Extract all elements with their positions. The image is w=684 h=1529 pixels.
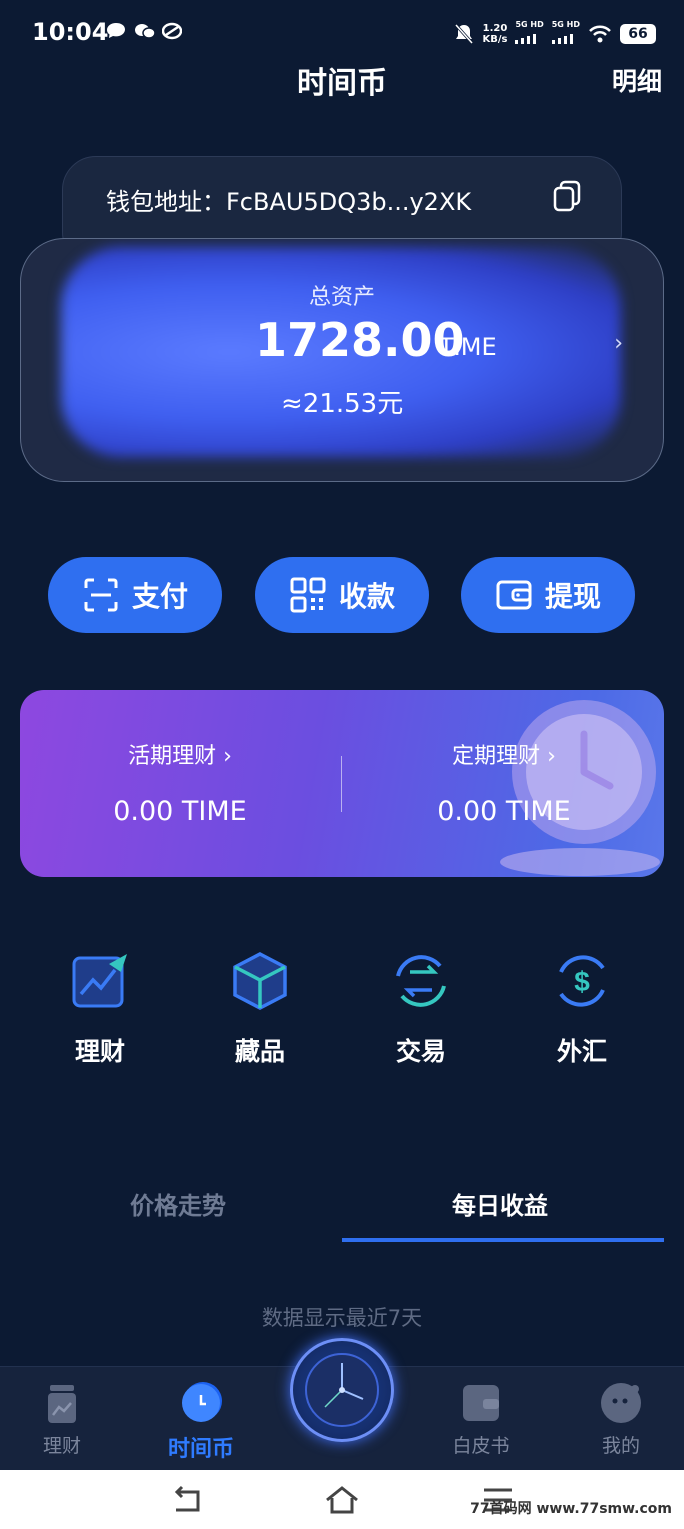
current-finance[interactable]: 活期理财 › 0.00 TIME xyxy=(20,738,340,827)
chart-up-icon xyxy=(72,954,127,1008)
withdraw-label: 提现 xyxy=(544,580,601,613)
svg-text:$: $ xyxy=(574,966,590,997)
profile-icon xyxy=(601,1383,641,1423)
total-asset-card[interactable]: 总资产 1728.00 TIME ≈21.53元 › xyxy=(20,238,664,482)
clock-icon xyxy=(305,1353,379,1427)
wifi-icon xyxy=(589,25,611,43)
status-right: 1.20 KB/s 5G HD 5G HD 66 xyxy=(454,20,656,48)
tab-underline xyxy=(342,1238,664,1242)
chat-bubble-icon xyxy=(106,22,126,40)
shortcut-collectibles[interactable]: 藏品 xyxy=(200,950,320,1068)
fixed-finance-label: 定期理财 › xyxy=(452,744,556,769)
wallet-address: 钱包地址：FcBAU5DQ3b...y2XK xyxy=(106,188,472,216)
wallet-icon xyxy=(496,580,532,610)
withdraw-button[interactable]: 提现 xyxy=(461,557,635,633)
cube-icon xyxy=(233,952,287,1010)
finance-card: 活期理财 › 0.00 TIME 定期理财 › 0.00 TIME xyxy=(20,690,664,877)
back-icon[interactable] xyxy=(170,1484,206,1516)
divider xyxy=(341,756,342,812)
page-title: 时间币 xyxy=(297,66,387,101)
receive-label: 收款 xyxy=(338,580,395,613)
asset-cny-value: ≈21.53元 xyxy=(281,389,404,419)
nav-item-finance[interactable]: 理财 xyxy=(12,1381,112,1458)
shortcut-trade-label: 交易 xyxy=(395,1037,446,1066)
asset-unit: TIME xyxy=(439,333,497,361)
nav-label-whitepaper: 白皮书 xyxy=(452,1435,510,1457)
current-finance-label: 活期理财 › xyxy=(128,744,232,769)
data-range-hint: 数据显示最近7天 xyxy=(261,1306,423,1330)
signal-1: 5G HD xyxy=(515,20,544,48)
header: 时间币 明细 xyxy=(0,58,684,102)
shortcut-trade[interactable]: 交易 xyxy=(361,950,481,1068)
shortcut-forex-label: 外汇 xyxy=(556,1037,607,1066)
book-icon xyxy=(463,1385,499,1421)
shortcut-finance-label: 理财 xyxy=(74,1037,125,1066)
tab-daily-income[interactable]: 每日收益 xyxy=(452,1186,548,1221)
nav-label-finance: 理财 xyxy=(42,1435,81,1457)
detail-link[interactable]: 明细 xyxy=(612,62,662,98)
qrcode-icon xyxy=(290,577,326,613)
notification-icons xyxy=(106,22,183,40)
app-icon xyxy=(161,22,183,40)
nav-item-whitepaper[interactable]: 白皮书 xyxy=(431,1381,531,1458)
nav-center-clock-button[interactable] xyxy=(290,1338,394,1442)
pay-button[interactable]: 支付 xyxy=(48,557,222,633)
signal-bars-icon xyxy=(515,34,537,44)
watermark: 77首码网 www.77smw.com xyxy=(470,1501,672,1517)
tab-price-trend[interactable]: 价格走势 xyxy=(130,1186,226,1221)
asset-amount: 1728.00 xyxy=(255,313,465,367)
asset-title: 总资产 xyxy=(308,285,375,310)
wechat-icon xyxy=(134,22,156,40)
shortcut-collectibles-label: 藏品 xyxy=(234,1037,285,1066)
dollar-icon: $ xyxy=(559,955,605,1007)
nav-item-timecoin[interactable]: 时间币 xyxy=(151,1381,251,1463)
nav-item-profile[interactable]: 我的 xyxy=(571,1381,671,1458)
fixed-finance-value: 0.00 TIME xyxy=(437,796,571,827)
signal-2: 5G HD xyxy=(551,20,580,48)
status-bar: 10:04 1.20 KB/s 5G HD 5G HD 66 xyxy=(0,0,684,64)
nav-label-timecoin: 时间币 xyxy=(167,1437,234,1462)
signal-bars-icon xyxy=(551,34,573,44)
status-time: 10:04 xyxy=(32,18,109,46)
pay-label: 支付 xyxy=(131,580,188,613)
shortcut-finance[interactable]: 理财 xyxy=(40,950,160,1068)
shortcut-forex[interactable]: $ 外汇 xyxy=(522,950,642,1068)
battery-indicator: 66 xyxy=(620,24,656,44)
net-speed: 1.20 KB/s xyxy=(482,23,508,45)
scan-icon xyxy=(84,578,118,612)
receive-button[interactable]: 收款 xyxy=(255,557,429,633)
screen: 10:04 1.20 KB/s 5G HD 5G HD 66 时间币 明细 钱包… xyxy=(0,0,684,1529)
exchange-icon xyxy=(396,955,446,1007)
system-nav-bar: 77首码网 www.77smw.com xyxy=(0,1470,684,1529)
current-finance-value: 0.00 TIME xyxy=(113,796,247,827)
copy-icon[interactable] xyxy=(553,180,581,212)
fixed-finance[interactable]: 定期理财 › 0.00 TIME xyxy=(344,738,664,827)
jar-icon xyxy=(48,1385,76,1423)
home-icon[interactable] xyxy=(324,1484,360,1516)
mute-bell-icon xyxy=(455,24,474,44)
chevron-right-icon: › xyxy=(614,331,623,356)
clock-coin-icon xyxy=(182,1382,222,1422)
nav-label-profile: 我的 xyxy=(601,1435,640,1457)
